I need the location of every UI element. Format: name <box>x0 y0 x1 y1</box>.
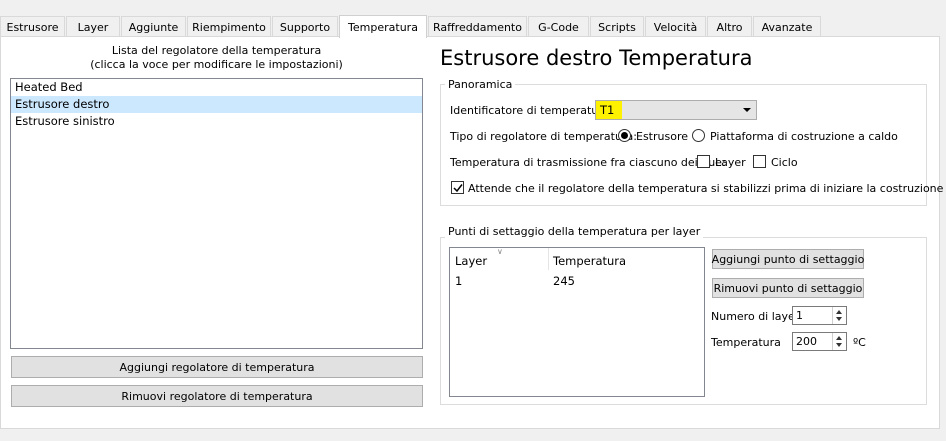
controller-type-label: Tipo di regolatore di temperatura: <box>450 130 637 143</box>
tab-layer[interactable]: Layer <box>66 16 120 37</box>
tab-estrusore[interactable]: Estrusore <box>0 16 65 37</box>
tab-velocita[interactable]: Velocità <box>645 16 706 37</box>
arrow-down-icon[interactable] <box>836 317 842 321</box>
tab-raffreddamento[interactable]: Raffreddamento <box>428 16 527 37</box>
identifier-label: Identificatore di temperatura <box>450 104 610 117</box>
overview-group-title: Panoramica <box>445 78 516 91</box>
transition-layer-checkbox[interactable] <box>697 155 710 168</box>
chevron-down-icon <box>743 108 751 112</box>
arrow-down-icon[interactable] <box>836 343 842 347</box>
temperature-label: Temperatura <box>711 336 781 349</box>
add-setpoint-button[interactable]: Aggiungi punto di settaggio <box>712 249 864 269</box>
type-heated-bed-radio[interactable] <box>692 129 705 142</box>
arrow-up-icon[interactable] <box>836 336 842 340</box>
tab-aggiunte[interactable]: Aggiunte <box>121 16 186 37</box>
identifier-value: T1 <box>596 101 622 119</box>
spin-buttons[interactable] <box>832 333 846 350</box>
remove-setpoint-button[interactable]: Rimuovi punto di settaggio <box>712 278 864 298</box>
tab-altro[interactable]: Altro <box>707 16 752 37</box>
list-item[interactable]: Estrusore sinistro <box>11 113 422 130</box>
column-header-temperature[interactable]: Temperatura <box>553 254 626 268</box>
setpoints-group-title: Punti di settaggio della temperatura per… <box>445 225 704 238</box>
layer-number-spinbox[interactable]: 1 <box>792 306 847 325</box>
controller-list-caption: Lista del regolatore della temperatura (… <box>10 44 423 72</box>
list-item[interactable]: Estrusore destro <box>11 96 422 113</box>
spin-buttons[interactable] <box>832 307 846 324</box>
temperature-unit: ºC <box>853 336 866 349</box>
layer-number-label: Numero di layer <box>711 310 800 323</box>
column-divider[interactable] <box>548 248 549 270</box>
remove-controller-button[interactable]: Rimuovi regolatore di temperatura <box>11 385 423 407</box>
tab-temperatura[interactable]: Temperatura <box>339 15 427 38</box>
wait-stabilize-label: Attende che il regolatore della temperat… <box>468 182 944 195</box>
checkmark-icon <box>453 184 463 193</box>
transition-label: Temperatura di trasmissione fra ciascuno… <box>450 156 726 169</box>
tab-riempimento[interactable]: Riempimento <box>187 16 271 37</box>
type-heated-bed-label: Piattaforma di costruzione a caldo <box>710 130 898 143</box>
tab-supporto[interactable]: Supporto <box>272 16 338 37</box>
setpoints-table[interactable]: ∨ Layer Temperatura 1 245 <box>449 247 705 397</box>
temperature-spinbox[interactable]: 200 <box>792 332 847 351</box>
add-controller-button[interactable]: Aggiungi regolatore di temperatura <box>11 356 423 378</box>
cell-temperature: 245 <box>553 274 575 288</box>
tab-bar: Estrusore Layer Aggiunte Riempimento Sup… <box>0 15 946 38</box>
layer-number-value: 1 <box>796 309 803 322</box>
sort-indicator-icon: ∨ <box>497 247 503 256</box>
tab-g-code[interactable]: G-Code <box>528 16 589 37</box>
temperature-value: 200 <box>796 335 817 348</box>
cell-layer: 1 <box>455 274 463 288</box>
type-extruder-radio[interactable] <box>618 129 631 142</box>
identifier-select[interactable]: T1 <box>595 100 757 120</box>
arrow-up-icon[interactable] <box>836 310 842 314</box>
transition-cycle-label: Ciclo <box>771 156 798 169</box>
caption-line-2: (clicca la voce per modificare le impost… <box>90 58 343 71</box>
column-header-layer[interactable]: Layer <box>455 254 487 268</box>
page-title: Estrusore destro Temperatura <box>440 46 753 70</box>
controller-list[interactable]: Heated Bed Estrusore destro Estrusore si… <box>10 78 423 349</box>
transition-cycle-checkbox[interactable] <box>753 155 766 168</box>
caption-line-1: Lista del regolatore della temperatura <box>111 44 322 57</box>
tab-avanzate[interactable]: Avanzate <box>753 16 821 37</box>
wait-stabilize-checkbox[interactable] <box>451 181 464 194</box>
transition-layer-label: Layer <box>715 156 746 169</box>
type-extruder-label: Estrusore <box>636 130 688 143</box>
tab-scripts[interactable]: Scripts <box>590 16 644 37</box>
list-item[interactable]: Heated Bed <box>11 79 422 96</box>
